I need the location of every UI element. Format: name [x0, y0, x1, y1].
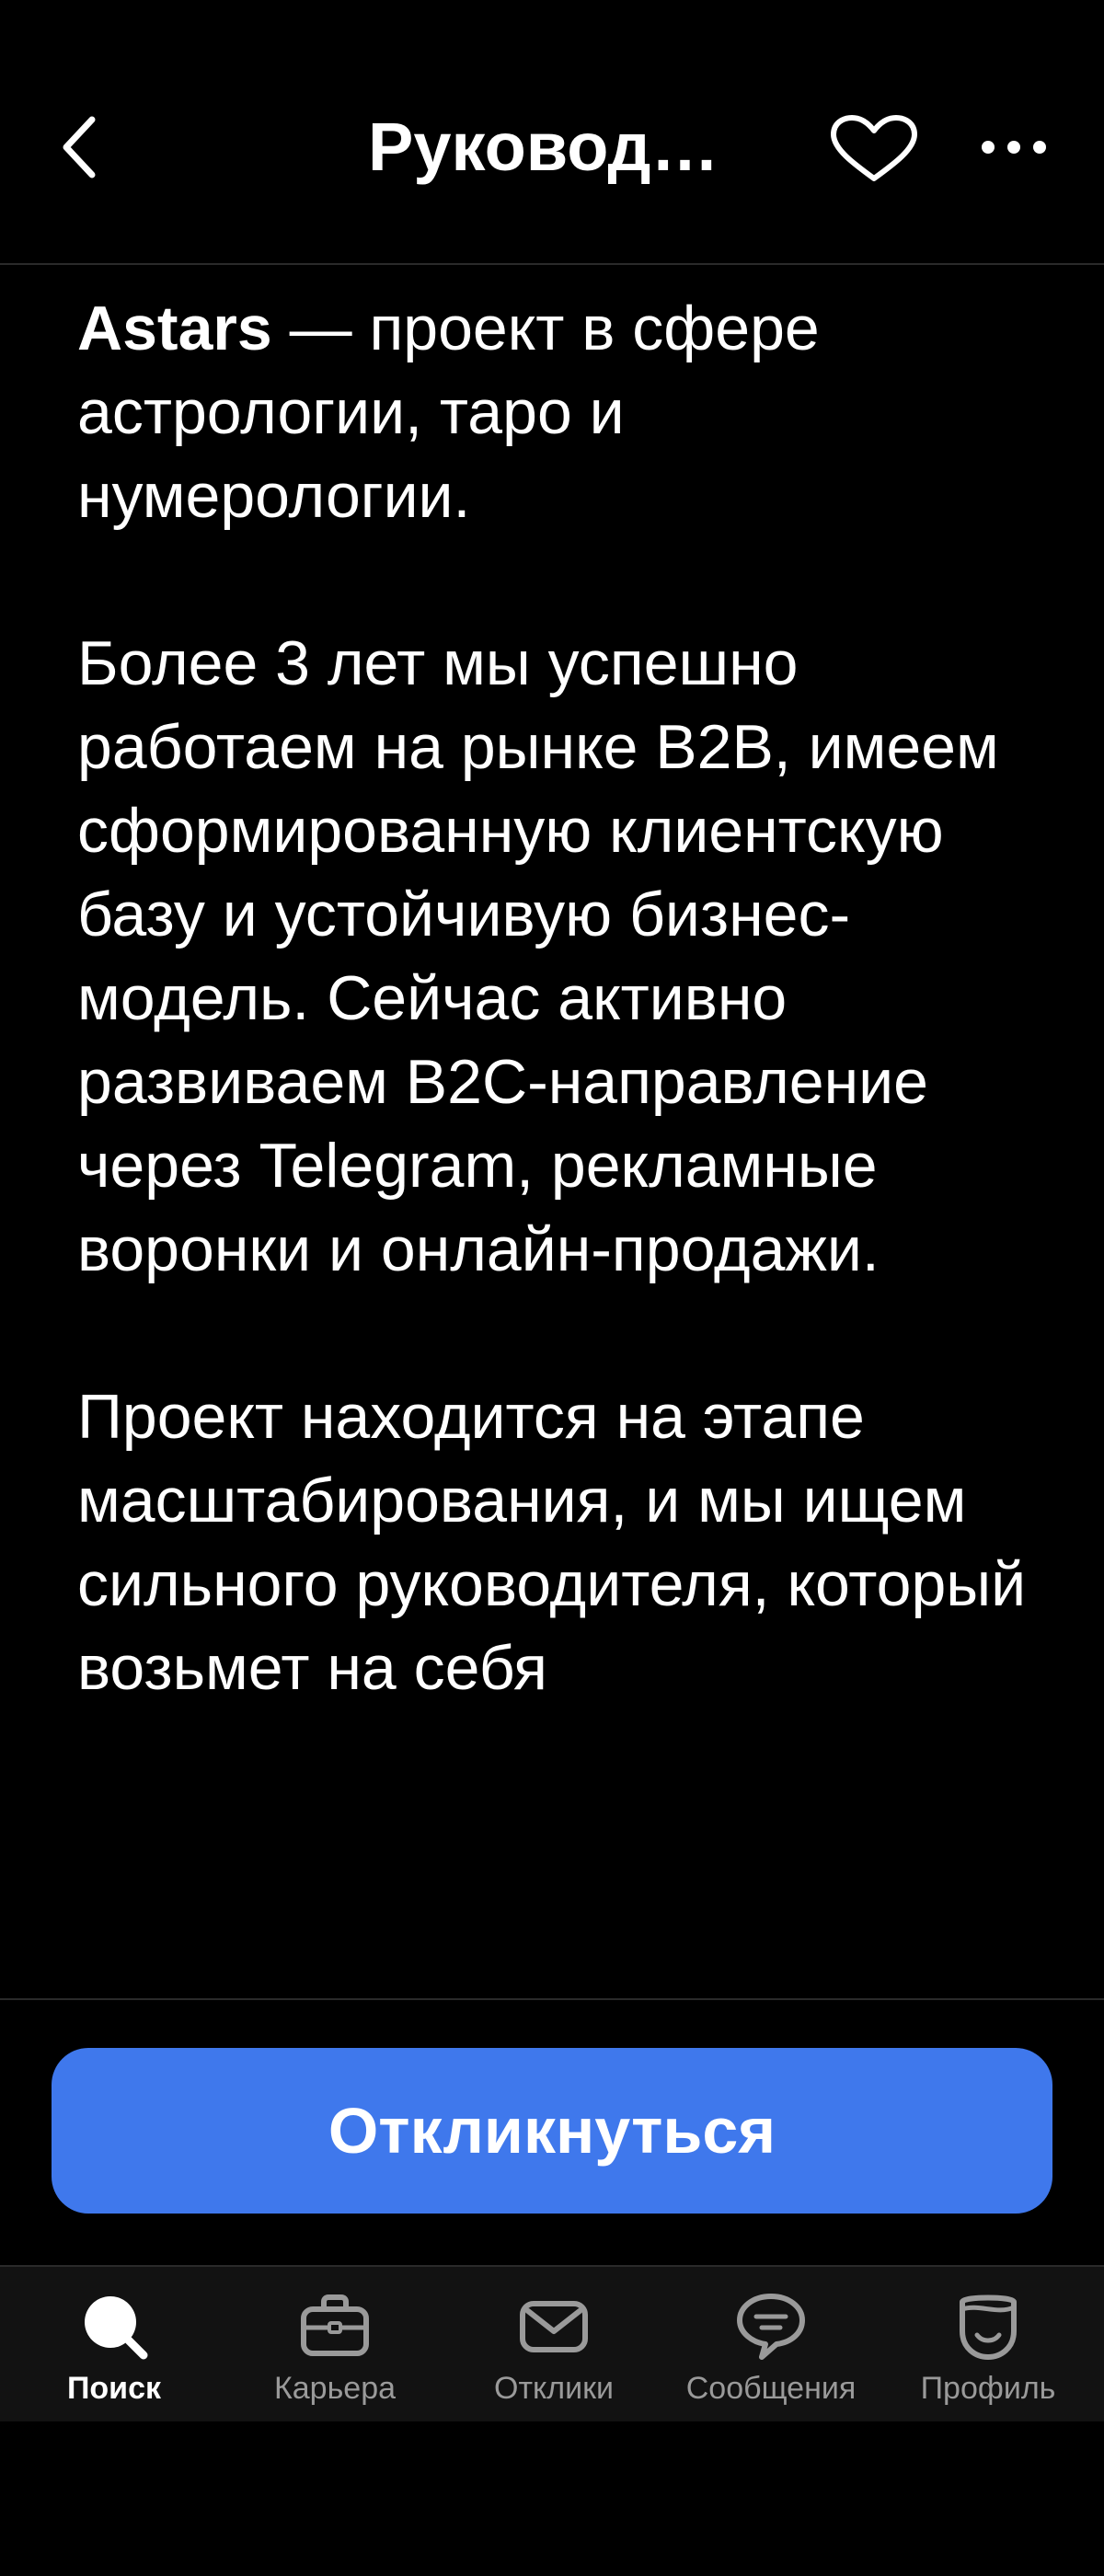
- envelope-icon: [520, 2301, 588, 2352]
- chat-bubble-icon: [737, 2294, 805, 2360]
- briefcase-icon: [301, 2294, 369, 2356]
- bottom-navigation: Поиск Карьера Отклики Сообщения Профиль: [0, 2265, 1104, 2421]
- favorite-button[interactable]: [826, 114, 922, 184]
- description-paragraph-3: Проект находится на этапе масштабировани…: [77, 1382, 1027, 1703]
- more-options-button[interactable]: [979, 129, 1049, 166]
- more-horizontal-icon: [982, 141, 1046, 154]
- nav-item-search[interactable]: Поиск: [4, 2267, 224, 2423]
- home-indicator-area: [0, 2421, 1104, 2576]
- nav-label-responses: Отклики: [494, 2371, 614, 2406]
- chevron-left-icon: [63, 116, 96, 178]
- nav-item-responses[interactable]: Отклики: [443, 2267, 664, 2423]
- nav-item-profile[interactable]: Профиль: [878, 2267, 1098, 2423]
- vacancy-description: Astars — проект в сфере астрологии, таро…: [0, 265, 1104, 1998]
- nav-item-messages[interactable]: Сообщения: [661, 2267, 881, 2423]
- nav-label-messages: Сообщения: [685, 2371, 857, 2406]
- back-button[interactable]: [55, 110, 110, 184]
- nav-label-search: Поиск: [66, 2371, 162, 2406]
- top-bar: Руковод…: [0, 0, 1104, 265]
- profile-icon: [960, 2294, 1017, 2360]
- divider: [0, 1998, 1104, 2000]
- nav-item-career[interactable]: Карьера: [224, 2267, 445, 2423]
- heart-icon: [831, 115, 917, 181]
- respond-button[interactable]: Откликнуться: [52, 2048, 1052, 2214]
- company-name: Astars: [77, 293, 272, 363]
- description-paragraph-1: Astars — проект в сфере астрологии, таро…: [77, 287, 1034, 538]
- search-icon: [85, 2296, 148, 2360]
- page-title: Руковод…: [368, 109, 719, 185]
- nav-label-profile: Профиль: [920, 2371, 1056, 2406]
- nav-label-career: Карьера: [273, 2371, 397, 2406]
- description-paragraph-2: Более 3 лет мы успешно работаем на рынке…: [77, 628, 999, 1284]
